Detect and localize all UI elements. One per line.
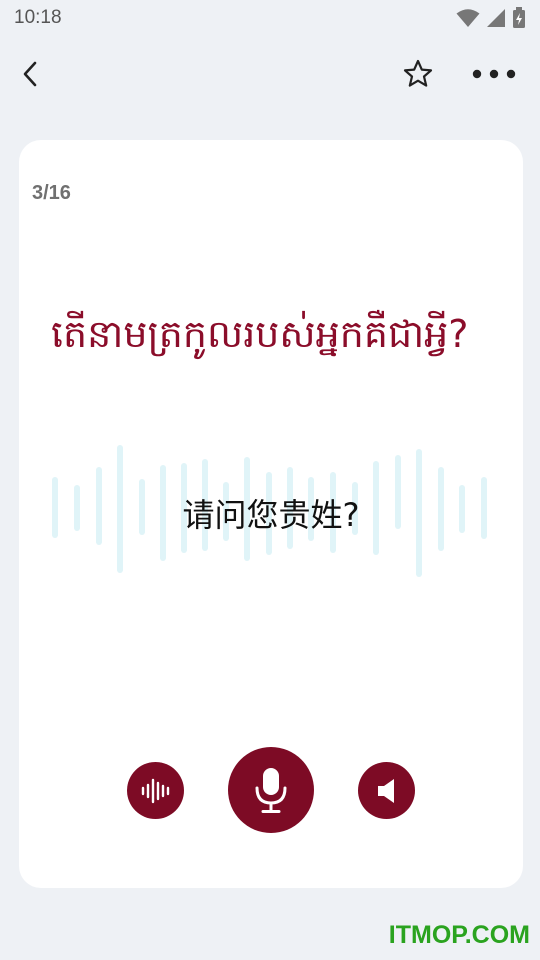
phrase-counter: 3/16 xyxy=(32,182,71,204)
wifi-icon xyxy=(456,9,480,27)
back-button[interactable] xyxy=(10,54,50,94)
status-time: 10:18 xyxy=(14,7,62,28)
speaker-button[interactable] xyxy=(358,762,415,819)
speaker-icon xyxy=(377,778,394,803)
star-icon xyxy=(403,59,433,87)
favorite-button[interactable] xyxy=(398,54,438,94)
chevron-left-icon xyxy=(23,61,37,87)
status-bar: 10:18 xyxy=(0,0,540,36)
phrase-card: 3/16 តើនាមត្រកូលរបស់អ្នកគឺជាអ្វី? 请问您贵姓? xyxy=(19,140,523,888)
waveform-button[interactable] xyxy=(127,762,184,819)
source-phrase: តើនាមត្រកូលរបស់អ្នកគឺជាអ្វី? xyxy=(51,312,469,356)
battery-icon xyxy=(513,7,525,28)
status-icons xyxy=(456,7,526,29)
watermark: ITMOP.COM xyxy=(388,921,530,949)
audio-waveform-icon xyxy=(141,778,169,803)
app-bar xyxy=(0,48,540,100)
signal-icon xyxy=(487,9,505,27)
record-button[interactable] xyxy=(228,747,314,833)
more-button[interactable] xyxy=(470,54,518,94)
translation-text: 请问您贵姓? xyxy=(182,496,360,534)
more-horizontal-icon xyxy=(472,69,516,79)
microphone-icon xyxy=(255,768,287,813)
